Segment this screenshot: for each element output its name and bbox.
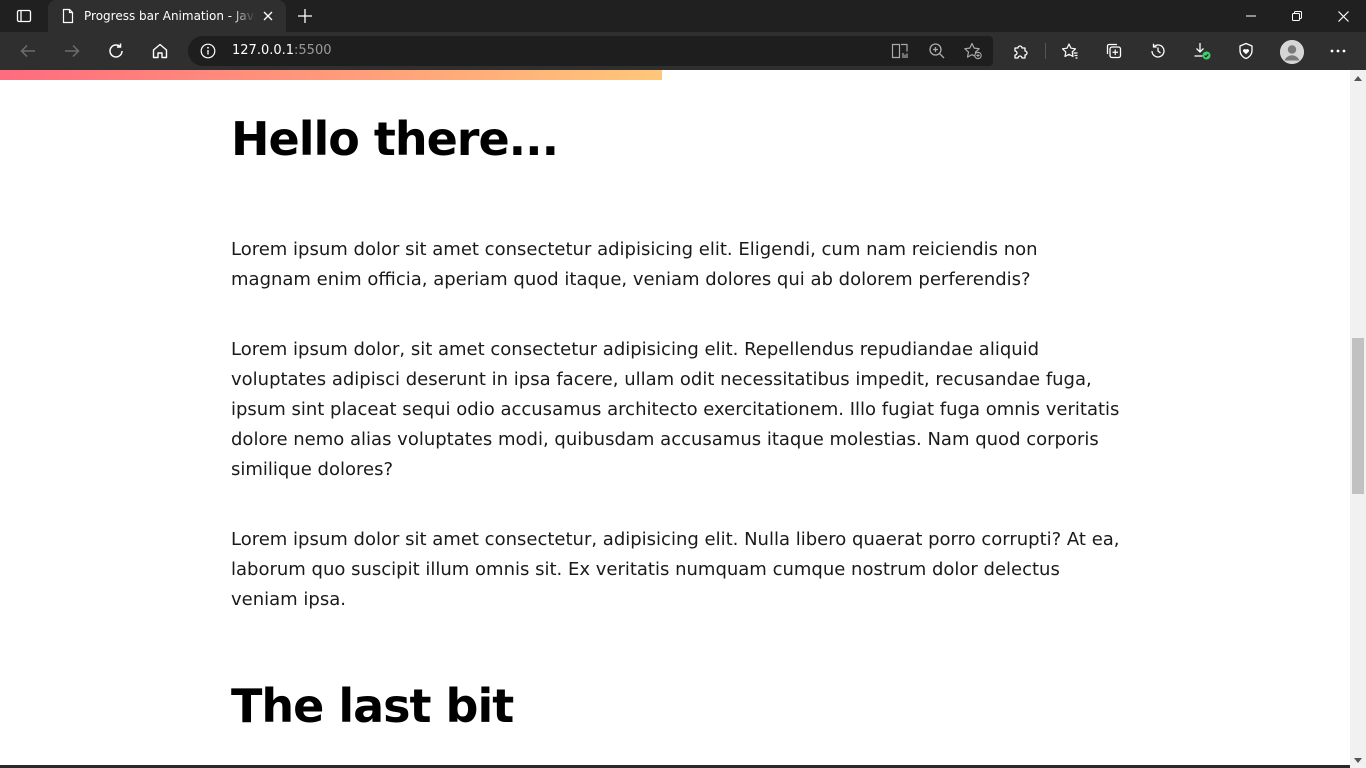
back-arrow-icon[interactable] (12, 35, 44, 67)
address-bar[interactable]: 127.0.0.1:5500 (188, 36, 993, 66)
history-icon[interactable] (1142, 35, 1174, 67)
home-icon[interactable] (144, 35, 176, 67)
refresh-icon[interactable] (100, 35, 132, 67)
reading-progress-fill (0, 70, 662, 80)
url-port: :5500 (294, 43, 332, 58)
active-tab[interactable]: Progress bar Animation - Javascript (48, 0, 286, 32)
puzzle-icon[interactable] (1005, 35, 1037, 67)
url-text[interactable]: 127.0.0.1:5500 (232, 43, 332, 59)
forward-arrow-icon[interactable] (56, 35, 88, 67)
vertical-scrollbar[interactable] (1350, 70, 1366, 768)
collections-icon[interactable] (1098, 35, 1130, 67)
heading-last-bit: The last bit (231, 679, 514, 733)
paragraph-2: Lorem ipsum dolor, sit amet consectetur … (231, 339, 1120, 480)
page-viewport: Hello there... Lorem ipsum dolor sit ame… (0, 70, 1350, 768)
page-icon (60, 8, 76, 24)
paragraph-1: Lorem ipsum dolor sit amet consectetur a… (231, 239, 1038, 290)
info-icon[interactable] (200, 43, 216, 59)
scroll-down-arrow-icon[interactable] (1350, 752, 1366, 768)
heading-hello: Hello there... (231, 112, 559, 166)
heart-shield-icon[interactable] (1230, 35, 1262, 67)
tab-actions-icon[interactable] (8, 4, 40, 28)
tab-close-icon[interactable] (258, 6, 278, 26)
toolbar-separator (1045, 43, 1046, 59)
scroll-up-arrow-icon[interactable] (1350, 70, 1366, 86)
more-icon[interactable] (1322, 35, 1354, 67)
minimize-icon[interactable] (1228, 0, 1274, 32)
add-favorite-icon[interactable] (962, 41, 984, 61)
restore-icon[interactable] (1274, 0, 1320, 32)
paragraph-3: Lorem ipsum dolor sit amet consectetur, … (231, 529, 1120, 610)
url-host: 127.0.0.1 (232, 43, 295, 58)
reading-progress-bar (0, 70, 1350, 80)
tab-title: Progress bar Animation - Javascript (84, 9, 256, 23)
title-bar: Progress bar Animation - Javascript (0, 0, 1366, 32)
close-icon[interactable] (1320, 0, 1366, 32)
zoom-icon[interactable] (926, 41, 948, 61)
profile-icon[interactable] (1280, 40, 1304, 64)
scrollbar-thumb[interactable] (1352, 338, 1364, 494)
immersive-reader-icon[interactable] (890, 41, 912, 61)
download-icon[interactable] (1186, 35, 1218, 67)
favorites-icon[interactable] (1054, 35, 1086, 67)
plus-icon[interactable] (292, 4, 318, 28)
